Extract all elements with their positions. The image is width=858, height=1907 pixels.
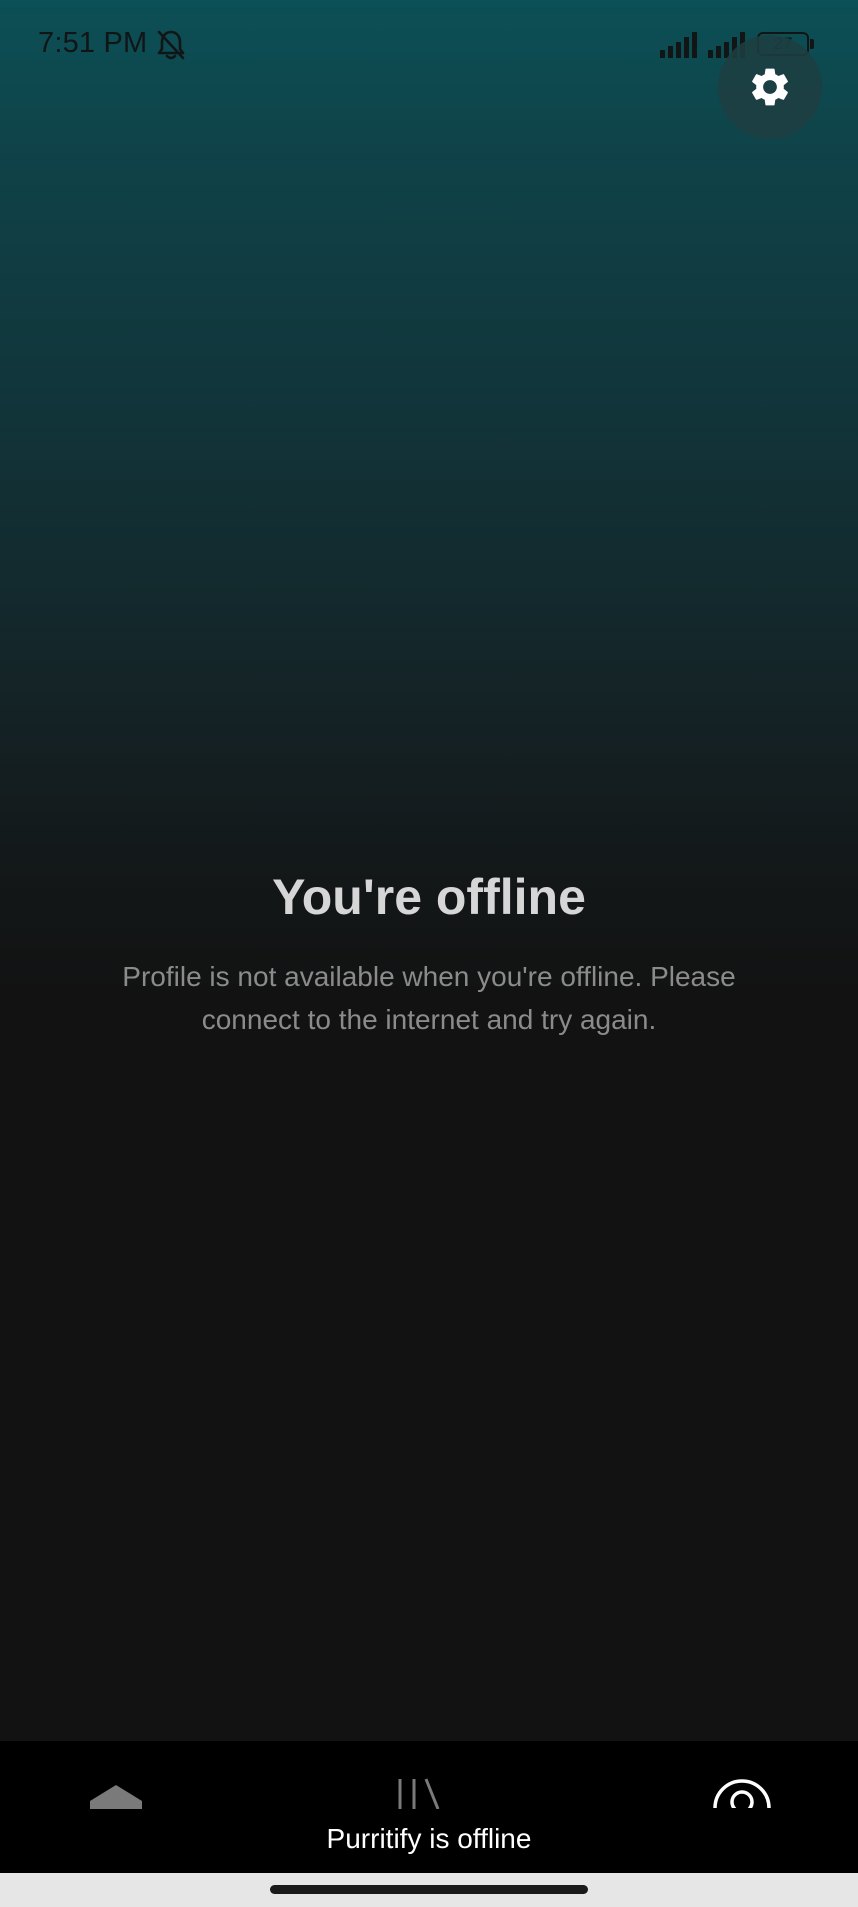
settings-button[interactable] xyxy=(718,35,822,139)
gesture-handle[interactable] xyxy=(270,1885,588,1894)
profile-icon xyxy=(713,1779,771,1808)
bell-off-icon xyxy=(157,30,185,60)
home-icon xyxy=(90,1785,142,1809)
offline-banner: Purritify is offline xyxy=(326,1823,532,1854)
library-icon xyxy=(398,1778,440,1809)
gear-icon xyxy=(752,68,788,106)
signal-icon xyxy=(660,32,697,58)
offline-message: Profile is not available when you're off… xyxy=(122,961,736,1035)
profile-screen: 7:51 PM 27 You' xyxy=(0,0,858,1741)
gesture-area xyxy=(0,1873,858,1907)
offline-title: You're offline xyxy=(272,869,586,925)
status-time: 7:51 PM xyxy=(38,27,148,59)
